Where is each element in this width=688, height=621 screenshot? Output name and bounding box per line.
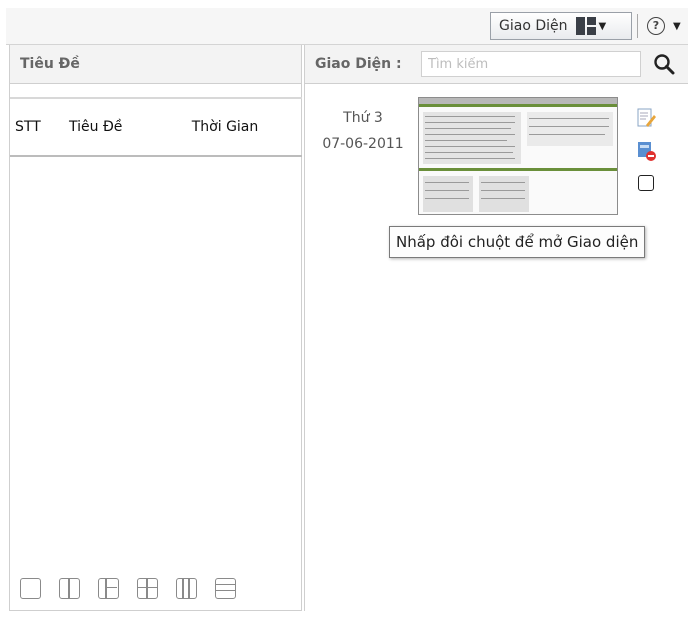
layout-options-bar	[10, 566, 302, 610]
four-grid-layout-icon[interactable]	[137, 577, 158, 599]
column-header-title[interactable]: Tiêu Đề	[61, 119, 185, 135]
list-panel-title: Tiêu Đề	[10, 45, 301, 84]
rows-layout-icon[interactable]	[215, 577, 236, 599]
toolbar-divider	[637, 14, 638, 38]
top-toolbar: Giao Diện ▼ ? ▼	[6, 8, 688, 45]
select-checkbox[interactable]	[638, 175, 654, 191]
tooltip: Nhấp đôi chuột để mở Giao diện	[389, 226, 646, 258]
help-button[interactable]: ? ▼	[647, 16, 681, 36]
layout-item-date-value: 07-06-2011	[322, 136, 404, 152]
table-header: STT Tiêu Đề Thời Gian	[10, 97, 302, 157]
layout-item-date: Thứ 3 07-06-2011	[313, 105, 413, 157]
help-icon: ?	[647, 17, 665, 35]
edit-icon[interactable]	[635, 107, 657, 129]
column-header-stt[interactable]: STT	[10, 119, 61, 135]
three-column-layout-icon[interactable]	[176, 577, 197, 599]
layout-dropdown-button[interactable]: Giao Diện ▼	[490, 12, 632, 40]
layout-grid-icon	[575, 17, 596, 35]
sidebar-split-layout-icon[interactable]	[98, 577, 119, 599]
search-input[interactable]	[421, 51, 641, 77]
layout-panel-label: Giao Diện :	[315, 56, 402, 72]
chevron-down-icon: ▼	[598, 20, 607, 32]
layout-dropdown-label: Giao Diện	[499, 18, 568, 34]
search-icon[interactable]	[653, 53, 675, 75]
two-column-layout-icon[interactable]	[59, 577, 80, 599]
list-panel: Tiêu Đề STT Tiêu Đề Thời Gian	[9, 45, 302, 611]
column-header-time[interactable]: Thời Gian	[185, 118, 265, 136]
layout-item-day: Thứ 3	[343, 110, 383, 126]
delete-icon[interactable]	[635, 140, 657, 162]
layout-panel: Giao Diện : Thứ 3 07-06-2011	[304, 45, 688, 611]
layout-thumbnail[interactable]	[418, 97, 618, 215]
single-layout-icon[interactable]	[20, 577, 41, 599]
chevron-down-icon: ▼	[673, 20, 681, 32]
layout-panel-header: Giao Diện :	[305, 45, 688, 84]
